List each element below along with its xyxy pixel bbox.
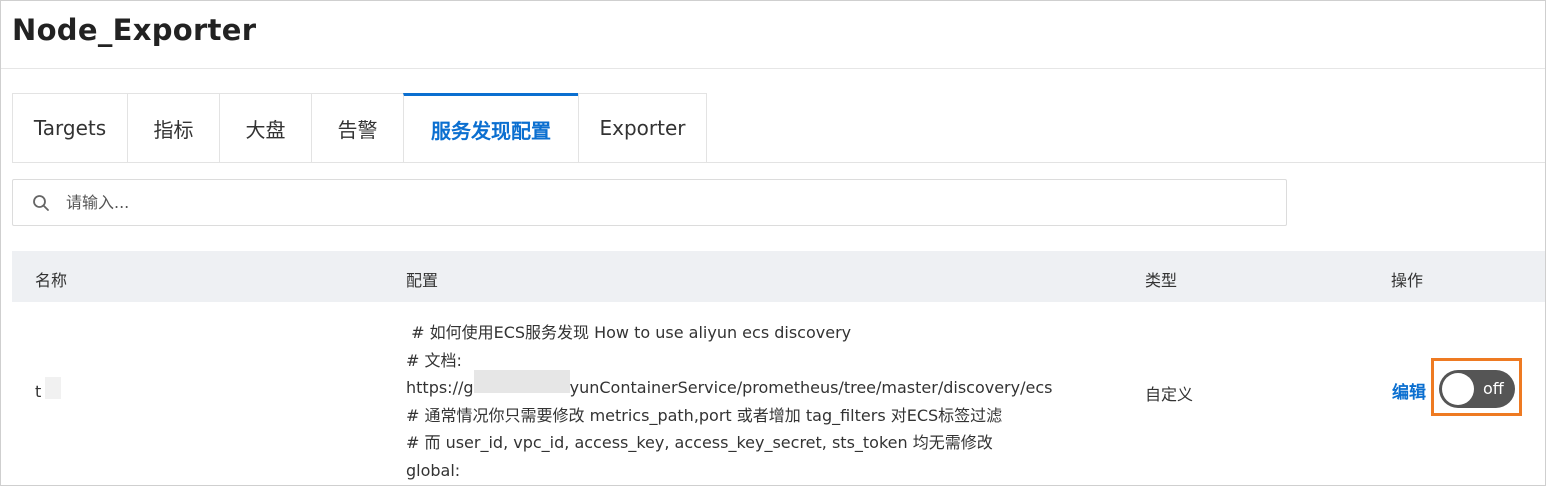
toggle-label: off bbox=[1483, 379, 1504, 398]
column-header-actions: 操作 bbox=[1391, 271, 1424, 290]
column-header-name: 名称 bbox=[35, 271, 68, 290]
edit-button[interactable]: 编辑 bbox=[1392, 378, 1426, 403]
row-config: # 如何使用ECS服务发现 How to use aliyun ecs disc… bbox=[406, 319, 1052, 484]
row-name: t bbox=[35, 382, 42, 401]
table-row: t # 如何使用ECS服务发现 How to use aliyun ecs di… bbox=[12, 302, 1545, 485]
app-window: Node_Exporter Targets 指标 大盘 告警 服务发现配置 Ex… bbox=[0, 0, 1546, 486]
tab-divider bbox=[12, 162, 1545, 163]
column-header-type: 类型 bbox=[1145, 271, 1178, 290]
search-icon bbox=[32, 194, 50, 212]
config-line: # 而 user_id, vpc_id, access_key, access_… bbox=[406, 433, 993, 452]
tab-dashboard[interactable]: 大盘 bbox=[219, 93, 311, 163]
row-type: 自定义 bbox=[1145, 385, 1194, 404]
tab-bar: Targets 指标 大盘 告警 服务发现配置 Exporter bbox=[12, 93, 707, 163]
table-header: 名称 配置 类型 操作 bbox=[12, 251, 1545, 302]
tab-service-discovery[interactable]: 服务发现配置 bbox=[403, 93, 578, 163]
enable-toggle[interactable]: off bbox=[1439, 370, 1515, 408]
search-box[interactable] bbox=[12, 179, 1287, 226]
config-line: global: bbox=[406, 460, 461, 480]
tab-targets[interactable]: Targets bbox=[12, 93, 127, 163]
tab-metrics[interactable]: 指标 bbox=[127, 93, 219, 163]
toggle-knob bbox=[1442, 373, 1474, 405]
page-title: Node_Exporter bbox=[12, 13, 257, 47]
config-line: # 通常情况你只需要修改 metrics_path,port 或者增加 tag_… bbox=[406, 405, 1003, 425]
tab-alerts[interactable]: 告警 bbox=[311, 93, 403, 163]
title-divider bbox=[1, 68, 1545, 69]
search-input[interactable] bbox=[64, 192, 1268, 213]
column-header-config: 配置 bbox=[406, 271, 439, 290]
redacted-url-region bbox=[474, 370, 570, 393]
redacted-name-region bbox=[45, 377, 61, 399]
tab-exporter[interactable]: Exporter bbox=[578, 93, 707, 163]
config-line: # 如何使用ECS服务发现 How to use aliyun ecs disc… bbox=[406, 323, 852, 342]
